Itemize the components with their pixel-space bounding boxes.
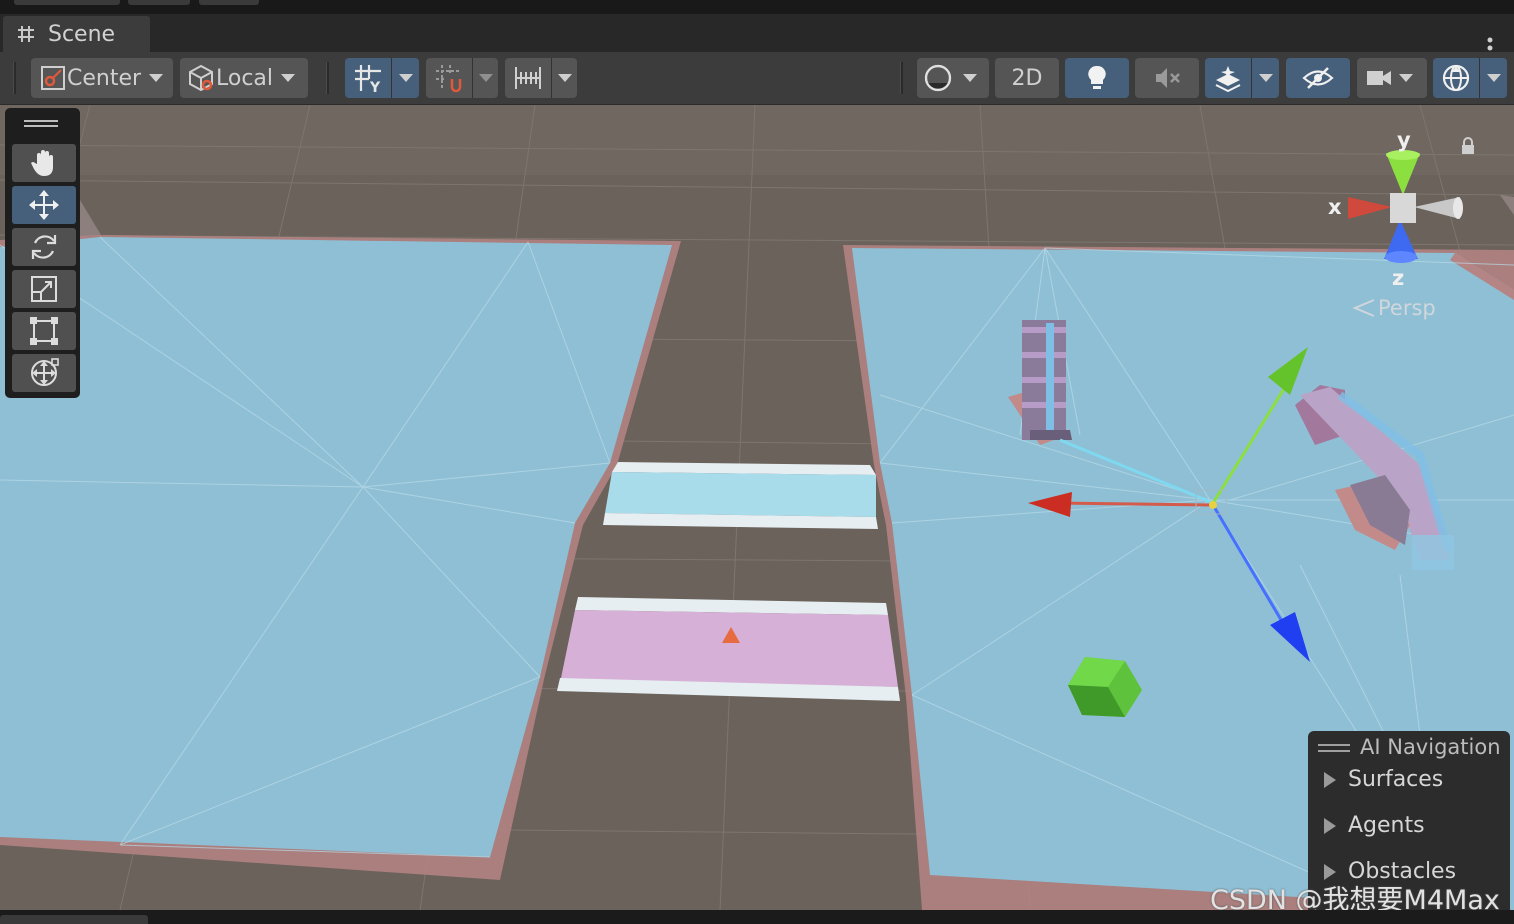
chevron-down-icon — [281, 74, 296, 82]
bridge-pink — [560, 610, 898, 687]
tab-scene[interactable]: Scene — [3, 16, 150, 52]
scene-tab-bar: Scene — [0, 14, 1514, 59]
gizmos-dropdown[interactable] — [1479, 58, 1507, 98]
scene-lighting-toggle[interactable] — [1065, 58, 1129, 98]
move-tool[interactable] — [12, 186, 76, 224]
audio-mute-icon — [1156, 68, 1180, 88]
camera-settings-dropdown[interactable] — [1357, 58, 1427, 98]
top-strip — [0, 0, 1514, 14]
pivot-space-label: Local — [216, 65, 274, 91]
gizmo-x-cone[interactable] — [1348, 197, 1392, 219]
scene-audio-toggle[interactable] — [1135, 58, 1199, 98]
grid-visibility-button[interactable]: Y — [345, 58, 391, 98]
gizmo-globe-icon — [1442, 64, 1470, 92]
perspective-icon — [1352, 299, 1375, 317]
increment-snap-dropdown[interactable] — [551, 58, 577, 98]
grid-options-dropdown[interactable] — [391, 58, 419, 98]
expand-arrow-icon — [1324, 817, 1336, 834]
chevron-down-icon — [1486, 74, 1501, 82]
svg-text:Y: Y — [369, 80, 381, 93]
hand-icon — [31, 150, 53, 176]
lock-icon[interactable] — [1461, 137, 1475, 155]
tab-label: Scene — [48, 21, 116, 47]
tools-overlay — [5, 108, 80, 398]
bottom-tab-stub[interactable] — [0, 915, 148, 924]
toggle-2d-label: 2D — [1011, 65, 1043, 91]
effects-layers-icon — [1215, 66, 1241, 92]
gizmo-x-label: x — [1328, 195, 1342, 219]
window-tab-stub[interactable] — [128, 0, 190, 5]
pivot-mode-label: Center — [67, 65, 142, 91]
gizmo-z-label: z — [1392, 266, 1404, 290]
pivot-space-dropdown[interactable]: Local — [180, 58, 308, 98]
hidden-eye-icon — [1302, 67, 1334, 89]
ai-nav-item-agents[interactable]: Agents — [1324, 813, 1425, 838]
drag-handle-icon[interactable] — [24, 120, 58, 128]
transform-tool[interactable] — [12, 354, 76, 392]
expand-arrow-icon — [1324, 771, 1336, 788]
grid-snap-button[interactable] — [426, 58, 472, 98]
rect-tool[interactable] — [12, 312, 76, 350]
scene-effects-toggle[interactable] — [1205, 58, 1251, 98]
hand-tool[interactable] — [12, 144, 76, 182]
transform-combined-icon — [31, 358, 59, 386]
toolbar-grip[interactable] — [13, 62, 16, 94]
window-tab-stub[interactable] — [199, 0, 259, 5]
grid-snap-dropdown[interactable] — [472, 58, 498, 98]
gizmo-y-label: y — [1397, 128, 1411, 152]
pivot-center-icon — [41, 66, 65, 90]
shading-sphere-icon — [924, 64, 952, 92]
bottom-bar — [0, 910, 1514, 924]
ai-nav-item-surfaces[interactable]: Surfaces — [1324, 767, 1443, 792]
grid-snap-icon — [436, 65, 462, 93]
gizmo-center-cube[interactable] — [1390, 193, 1416, 223]
scene-render[interactable] — [0, 105, 1514, 910]
camera-icon — [1367, 71, 1391, 85]
ai-nav-item-label: Surfaces — [1348, 767, 1444, 792]
chevron-down-icon — [1399, 74, 1413, 82]
increment-snap-button[interactable] — [505, 58, 551, 98]
ruler-snap-icon — [515, 67, 541, 89]
projection-toggle[interactable]: Persp — [1352, 296, 1436, 320]
chevron-down-icon — [1258, 74, 1273, 82]
grid-y-icon: Y — [355, 65, 381, 93]
lightbulb-icon — [1088, 65, 1106, 89]
scene-viewport[interactable] — [0, 105, 1514, 910]
scene-toolbar: Center Local Y 2D — [0, 52, 1514, 105]
scale-tool[interactable] — [12, 270, 76, 308]
scene-orientation-gizmo[interactable]: y x z — [1320, 125, 1480, 325]
scale-icon — [31, 276, 57, 302]
toggle-2d-button[interactable]: 2D — [995, 58, 1059, 98]
move-arrows-icon — [29, 190, 59, 220]
rotate-tool[interactable] — [12, 228, 76, 266]
chevron-down-icon — [478, 74, 493, 82]
drag-handle-icon[interactable] — [1318, 744, 1350, 753]
chevron-down-icon — [149, 74, 164, 82]
ai-navigation-title: AI Navigation — [1360, 735, 1501, 759]
scene-visibility-toggle[interactable] — [1286, 58, 1350, 98]
draw-mode-dropdown[interactable] — [917, 58, 989, 98]
local-cube-icon — [189, 64, 213, 92]
chevron-down-icon — [398, 74, 413, 82]
gizmos-toggle[interactable] — [1433, 58, 1479, 98]
ai-nav-item-label: Agents — [1348, 813, 1425, 838]
chevron-down-icon — [557, 74, 572, 82]
pivot-mode-dropdown[interactable]: Center — [31, 58, 173, 98]
rect-transform-icon — [30, 317, 58, 345]
projection-label: Persp — [1378, 296, 1436, 320]
bridge-cyan — [605, 472, 876, 517]
rotate-icon — [31, 235, 57, 259]
window-tab-stub[interactable] — [14, 0, 120, 5]
toolbar-grip[interactable] — [900, 62, 903, 94]
toolbar-grip[interactable] — [326, 62, 329, 94]
scene-effects-dropdown[interactable] — [1251, 58, 1279, 98]
chevron-down-icon — [963, 74, 977, 82]
grid-hash-icon — [18, 26, 34, 42]
